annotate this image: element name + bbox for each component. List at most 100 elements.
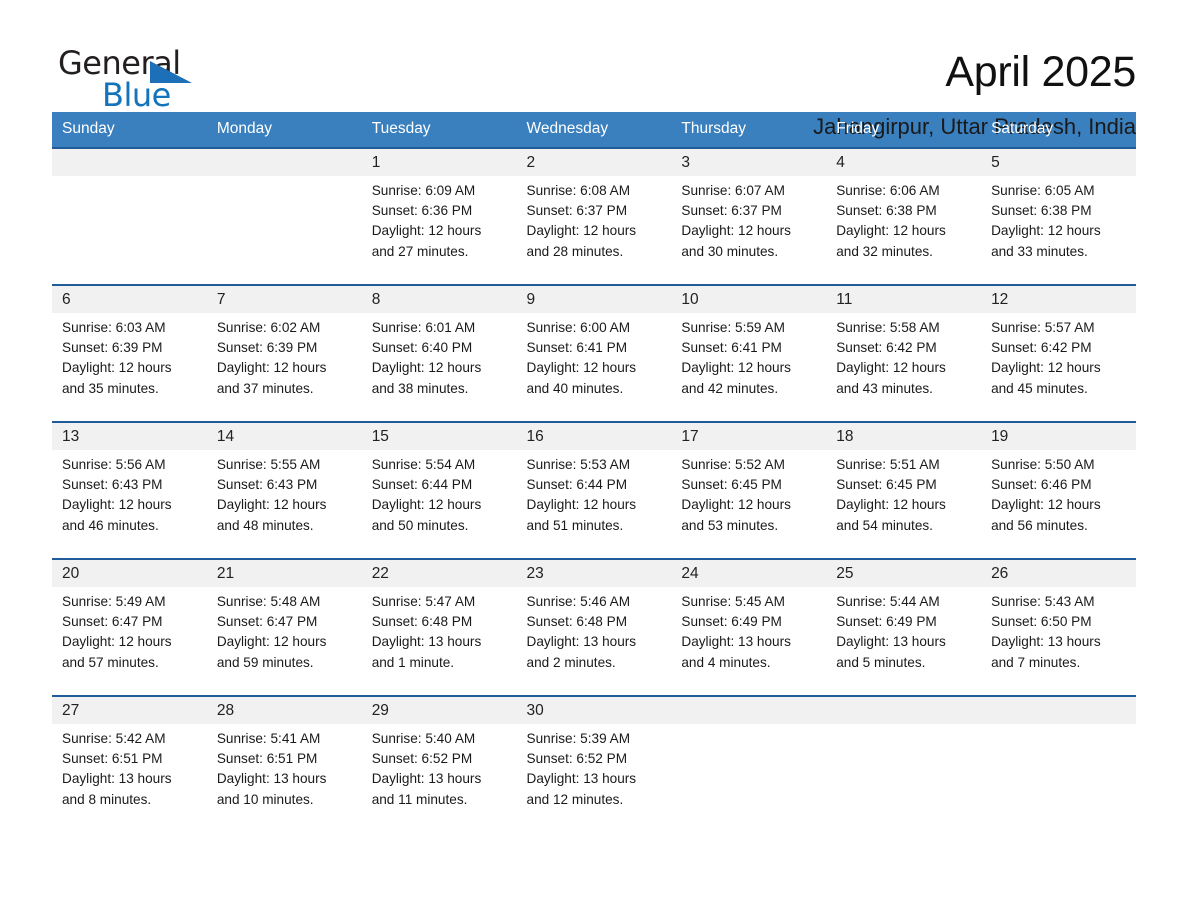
page-title: April 2025 xyxy=(945,48,1136,96)
day-sunrise-text: Sunrise: 5:54 AM xyxy=(371,457,476,472)
day-sunrise-text: Sunrise: 6:01 AM xyxy=(371,320,476,335)
day-number[interactable]: 1 xyxy=(361,149,517,176)
day-sunset-text: Sunset: 6:49 PM xyxy=(836,614,937,630)
day-daylight-1-text: Daylight: 12 hours xyxy=(62,634,172,650)
day-number[interactable]: 25 xyxy=(826,560,982,587)
day-daylight-1-text: Daylight: 12 hours xyxy=(62,360,172,376)
day-number[interactable]: 16 xyxy=(516,423,672,450)
day-cell[interactable]: Sunrise: 5:55 AM Sunset: 6:43 PM Daylight:… xyxy=(206,450,362,546)
day-cell[interactable]: Sunrise: 5:45 AM Sunset: 6:49 PM Daylight:… xyxy=(671,587,827,683)
day-cell[interactable]: Sunrise: 5:59 AM Sunset: 6:41 PM Daylight:… xyxy=(671,313,827,409)
day-number[interactable]: 24 xyxy=(671,560,827,587)
day-daylight-1-text: Daylight: 12 hours xyxy=(371,223,482,239)
day-number[interactable]: 13 xyxy=(52,423,207,450)
day-cell[interactable]: Sunrise: 5:57 AM Sunset: 6:42 PM Daylight:… xyxy=(981,313,1136,409)
day-cell[interactable]: Sunrise: 5:40 AM Sunset: 6:52 PM Daylight:… xyxy=(361,724,517,820)
day-sunrise-text: Sunrise: 5:53 AM xyxy=(526,457,631,472)
day-number[interactable]: 30 xyxy=(516,697,672,724)
day-sunset-text: Sunset: 6:42 PM xyxy=(836,340,937,356)
day-cell[interactable]: Sunrise: 5:49 AM Sunset: 6:47 PM Daylight:… xyxy=(52,587,207,683)
day-daylight-2-text: and 8 minutes. xyxy=(62,791,152,807)
day-number[interactable]: 18 xyxy=(826,423,982,450)
day-cell[interactable]: Sunrise: 5:43 AM Sunset: 6:50 PM Daylight:… xyxy=(981,587,1136,683)
day-daylight-1-text: Daylight: 12 hours xyxy=(991,497,1101,513)
day-cell[interactable]: Sunrise: 5:39 AM Sunset: 6:52 PM Daylight:… xyxy=(516,724,672,820)
day-sunrise-text: Sunrise: 5:44 AM xyxy=(836,594,940,609)
day-sunrise-text: Sunrise: 6:09 AM xyxy=(371,183,476,198)
day-cell[interactable]: Sunrise: 5:44 AM Sunset: 6:49 PM Daylight:… xyxy=(826,587,982,683)
day-number[interactable]: 4 xyxy=(826,149,982,176)
day-number[interactable]: 26 xyxy=(981,560,1136,587)
day-cell-empty xyxy=(826,724,982,820)
day-cell[interactable]: Sunrise: 5:50 AM Sunset: 6:46 PM Daylight:… xyxy=(981,450,1136,546)
day-number[interactable]: 21 xyxy=(206,560,362,587)
day-cell[interactable]: Sunrise: 5:46 AM Sunset: 6:48 PM Daylight:… xyxy=(516,587,672,683)
day-cell[interactable]: Sunrise: 6:08 AM Sunset: 6:37 PM Daylight:… xyxy=(516,176,672,272)
day-sunset-text: Sunset: 6:37 PM xyxy=(526,203,628,219)
day-number[interactable]: 23 xyxy=(516,560,672,587)
day-daylight-1-text: Daylight: 13 hours xyxy=(526,634,637,650)
day-daylight-1-text: Daylight: 12 hours xyxy=(216,360,327,376)
day-sunrise-text: Sunrise: 6:05 AM xyxy=(991,183,1095,198)
day-cell[interactable]: Sunrise: 6:09 AM Sunset: 6:36 PM Daylight:… xyxy=(361,176,517,272)
day-daylight-1-text: Daylight: 12 hours xyxy=(526,497,637,513)
day-number[interactable]: 27 xyxy=(52,697,207,724)
day-number[interactable]: 29 xyxy=(361,697,517,724)
day-number[interactable]: 5 xyxy=(981,149,1136,176)
day-number[interactable]: 12 xyxy=(981,286,1136,313)
day-cell[interactable]: Sunrise: 6:05 AM Sunset: 6:38 PM Daylight:… xyxy=(981,176,1136,272)
day-number[interactable]: 7 xyxy=(206,286,362,313)
day-sunset-text: Sunset: 6:47 PM xyxy=(216,614,318,630)
day-cell[interactable]: Sunrise: 5:56 AM Sunset: 6:43 PM Daylight:… xyxy=(52,450,207,546)
day-number[interactable]: 14 xyxy=(206,423,362,450)
day-number[interactable]: 17 xyxy=(671,423,827,450)
day-daylight-2-text: and 1 minute. xyxy=(371,654,455,670)
day-number[interactable]: 20 xyxy=(52,560,207,587)
day-sunrise-text: Sunrise: 5:48 AM xyxy=(216,594,321,609)
day-number[interactable]: 10 xyxy=(671,286,827,313)
day-cell[interactable]: Sunrise: 6:07 AM Sunset: 6:37 PM Daylight:… xyxy=(671,176,827,272)
day-cell[interactable]: Sunrise: 5:58 AM Sunset: 6:42 PM Daylight:… xyxy=(826,313,982,409)
day-cell[interactable]: Sunrise: 6:06 AM Sunset: 6:38 PM Daylight:… xyxy=(826,176,982,272)
week-daynumber-row: 20 21 22 23 24 25 26 xyxy=(52,560,1136,587)
day-sunrise-text: Sunrise: 5:41 AM xyxy=(216,731,321,746)
day-cell[interactable]: Sunrise: 5:54 AM Sunset: 6:44 PM Daylight:… xyxy=(361,450,517,546)
day-sunset-text: Sunset: 6:43 PM xyxy=(216,477,318,493)
day-cell[interactable]: Sunrise: 6:02 AM Sunset: 6:39 PM Daylight:… xyxy=(206,313,362,409)
day-number[interactable]: 2 xyxy=(516,149,672,176)
day-cell[interactable]: Sunrise: 6:00 AM Sunset: 6:41 PM Daylight:… xyxy=(516,313,672,409)
day-daylight-2-text: and 33 minutes. xyxy=(991,243,1088,259)
weekday-header-wednesday: Wednesday xyxy=(516,112,672,147)
day-number[interactable]: 19 xyxy=(981,423,1136,450)
day-cell[interactable]: Sunrise: 5:41 AM Sunset: 6:51 PM Daylight:… xyxy=(206,724,362,820)
day-number[interactable]: 6 xyxy=(52,286,207,313)
day-daylight-2-text: and 40 minutes. xyxy=(526,380,624,396)
day-number[interactable]: 3 xyxy=(671,149,827,176)
day-number[interactable]: 9 xyxy=(516,286,672,313)
day-cell[interactable]: Sunrise: 5:53 AM Sunset: 6:44 PM Daylight:… xyxy=(516,450,672,546)
day-cell[interactable]: Sunrise: 5:47 AM Sunset: 6:48 PM Daylight:… xyxy=(361,587,517,683)
day-number[interactable]: 22 xyxy=(361,560,517,587)
day-cell[interactable]: Sunrise: 6:03 AM Sunset: 6:39 PM Daylight:… xyxy=(52,313,207,409)
day-cell[interactable]: Sunrise: 5:52 AM Sunset: 6:45 PM Daylight:… xyxy=(671,450,827,546)
day-sunset-text: Sunset: 6:42 PM xyxy=(991,340,1092,356)
day-daylight-1-text: Daylight: 13 hours xyxy=(62,771,172,787)
day-daylight-2-text: and 46 minutes. xyxy=(62,517,159,533)
week-daynumber-row: 27 28 29 30 xyxy=(52,697,1136,724)
logo-text-blue: Blue xyxy=(102,76,171,114)
day-cell[interactable]: Sunrise: 5:48 AM Sunset: 6:47 PM Daylight:… xyxy=(206,587,362,683)
day-daylight-1-text: Daylight: 12 hours xyxy=(371,360,482,376)
day-cell[interactable]: Sunrise: 5:51 AM Sunset: 6:45 PM Daylight:… xyxy=(826,450,982,546)
day-daylight-2-text: and 38 minutes. xyxy=(371,380,469,396)
day-daylight-1-text: Daylight: 13 hours xyxy=(526,771,637,787)
day-sunset-text: Sunset: 6:45 PM xyxy=(836,477,937,493)
day-cell[interactable]: Sunrise: 6:01 AM Sunset: 6:40 PM Daylight:… xyxy=(361,313,517,409)
day-number[interactable]: 11 xyxy=(826,286,982,313)
weekday-header-thursday: Thursday xyxy=(671,112,827,147)
weekday-header-tuesday: Tuesday xyxy=(361,112,517,147)
day-number[interactable]: 8 xyxy=(361,286,517,313)
day-number[interactable]: 15 xyxy=(361,423,517,450)
day-cell[interactable]: Sunrise: 5:42 AM Sunset: 6:51 PM Daylight:… xyxy=(52,724,207,820)
day-number[interactable]: 28 xyxy=(206,697,362,724)
calendar-body: 1 2 3 4 5 Sunrise: 6:09 AM Sunset: 6:36 PM Dayl… xyxy=(52,147,1136,820)
